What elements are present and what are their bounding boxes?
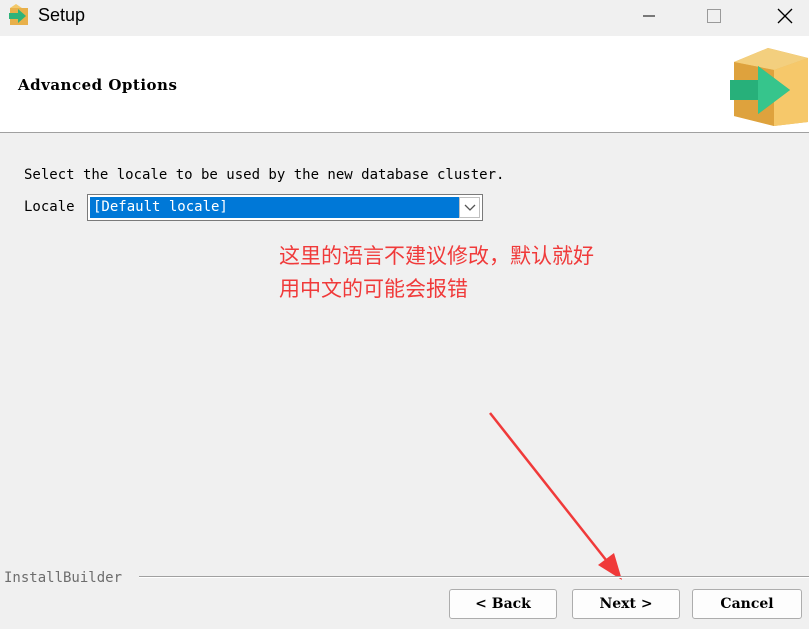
- window-title: Setup: [38, 5, 86, 25]
- minimize-button[interactable]: [619, 0, 679, 32]
- red-arrow-icon: [489, 412, 622, 580]
- installbuilder-brand: InstallBuilder: [4, 570, 123, 586]
- locale-label: Locale: [24, 199, 75, 215]
- maximize-icon: [707, 9, 721, 23]
- close-icon: [777, 8, 793, 24]
- next-button[interactable]: Next >: [572, 589, 680, 619]
- page-title: Advanced Options: [18, 76, 178, 94]
- close-button[interactable]: [755, 0, 809, 32]
- minimize-icon: [643, 15, 655, 17]
- footer-divider: [139, 576, 809, 578]
- red-annotation-text: 这里的语言不建议修改，默认就好 用中文的可能会报错: [279, 240, 659, 306]
- installer-box-logo-icon: [728, 44, 808, 126]
- locale-selected-value: [Default locale]: [90, 197, 460, 218]
- back-button[interactable]: < Back: [449, 589, 557, 619]
- title-bar: Setup: [0, 0, 809, 36]
- annotation-line-2: 用中文的可能会报错: [279, 277, 468, 301]
- locale-prompt: Select the locale to be used by the new …: [24, 167, 505, 183]
- wizard-header: Advanced Options: [0, 36, 809, 133]
- cancel-button[interactable]: Cancel: [692, 589, 802, 619]
- setup-app-icon: [7, 4, 31, 26]
- chevron-down-icon[interactable]: [459, 197, 480, 218]
- annotation-line-1: 这里的语言不建议修改，默认就好: [279, 244, 594, 268]
- locale-select[interactable]: [Default locale]: [87, 194, 483, 221]
- maximize-button[interactable]: [684, 0, 744, 32]
